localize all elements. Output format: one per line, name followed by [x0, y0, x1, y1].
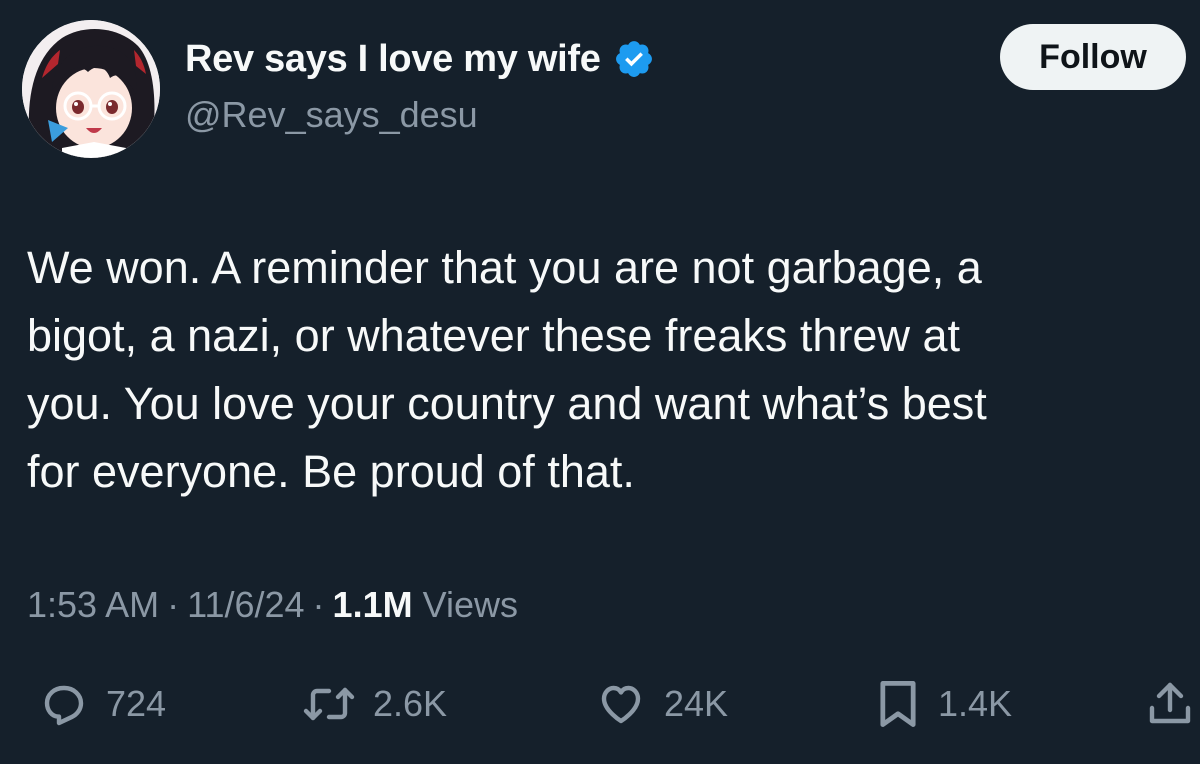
- tweet-metadata: 1:53 AM · 11/6/24 · 1.1M Views: [27, 584, 518, 626]
- tweet-text: We won. A reminder that you are not garb…: [27, 234, 1177, 506]
- tweet-text-line: you. You love your country and want what…: [27, 378, 987, 429]
- share-button[interactable]: [1148, 676, 1192, 732]
- avatar[interactable]: [22, 20, 160, 158]
- author-handle[interactable]: @Rev_says_desu: [185, 94, 478, 136]
- tweet-time[interactable]: 1:53 AM: [27, 584, 159, 626]
- follow-button[interactable]: Follow: [1000, 24, 1186, 90]
- like-count: 24K: [664, 683, 729, 724]
- tweet-text-line: We won. A reminder that you are not garb…: [27, 242, 982, 293]
- separator-dot: ·: [167, 584, 180, 625]
- heart-icon: [601, 685, 641, 724]
- bookmark-button[interactable]: 1.4K: [876, 676, 1012, 732]
- verified-badge-icon: [613, 38, 655, 80]
- views-label: Views: [422, 584, 518, 625]
- reply-count: 724: [106, 683, 167, 724]
- retweet-count: 2.6K: [373, 683, 448, 724]
- separator-dot: ·: [312, 584, 325, 625]
- reply-button[interactable]: 724: [40, 676, 166, 732]
- tweet-text-line: for everyone. Be proud of that.: [27, 446, 635, 497]
- author-name-row: Rev says I love my wife: [185, 36, 655, 82]
- reply-icon: [44, 685, 84, 726]
- display-name[interactable]: Rev says I love my wife: [185, 38, 601, 81]
- tweet-date[interactable]: 11/6/24: [187, 584, 304, 626]
- like-button[interactable]: 24K: [596, 676, 728, 732]
- retweet-button[interactable]: 2.6K: [303, 676, 447, 732]
- retweet-icon: [303, 687, 355, 721]
- tweet-card: Rev says I love my wife @Rev_says_desu F…: [0, 0, 1200, 764]
- anime-girl-avatar-icon: [22, 20, 160, 158]
- bookmark-count: 1.4K: [938, 683, 1013, 724]
- bookmark-icon: [880, 681, 916, 727]
- share-icon: [1149, 682, 1191, 724]
- tweet-text-line: bigot, a nazi, or whatever these freaks …: [27, 310, 960, 361]
- views-count: 1.1M: [332, 584, 413, 625]
